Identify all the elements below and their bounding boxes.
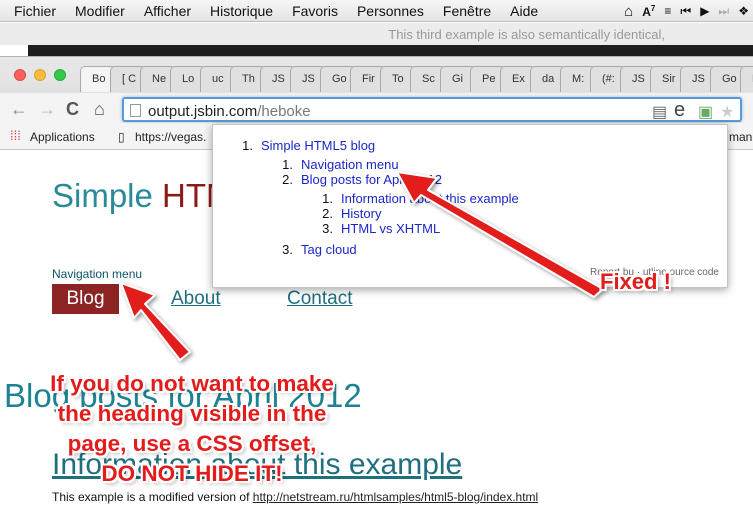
outline-item[interactable]: 3. HTML vs XHTML xyxy=(317,221,440,236)
previous-track-icon[interactable]: ⏮ xyxy=(680,4,691,19)
window-controls xyxy=(14,69,66,81)
outline-item[interactable]: 2. History xyxy=(317,206,381,221)
menu-modifier[interactable]: Modifier xyxy=(75,3,125,19)
play-icon[interactable]: ▶ xyxy=(700,4,709,18)
browser-toolbar: ← → C ⌂ output.jsbin.com/heboke ▤ e ▣ ★ xyxy=(0,93,753,123)
menu-afficher[interactable]: Afficher xyxy=(144,3,191,19)
outline-number: 2. xyxy=(282,172,293,187)
url-path: /heboke xyxy=(257,103,311,120)
background-window-text: This third example is also semantically … xyxy=(388,27,665,42)
tab-strip: Bo[ C Ne Lo uc Th JS JS Go Fir To Sc Gi Pe Ex da M: (#: J… xyxy=(80,66,753,96)
nav-contact-link[interactable]: Contact xyxy=(287,288,352,310)
list-icon[interactable]: ≡ xyxy=(664,4,671,18)
menu-fichier[interactable]: Fichier xyxy=(14,3,56,19)
outline-item[interactable]: 1. Information about this example xyxy=(317,191,519,206)
outline-link[interactable]: Tag cloud xyxy=(301,242,357,257)
outline-extension-icon[interactable]: ▤ xyxy=(652,102,667,122)
menu-fenetre[interactable]: Fenêtre xyxy=(443,3,491,19)
bookmark-applications[interactable]: Applications xyxy=(30,130,95,144)
outline-number: 3. xyxy=(282,242,293,257)
site-title: Simple HTM xyxy=(52,177,234,215)
annotation-line: page, use a CSS offset, xyxy=(67,431,317,456)
outline-number: 1. xyxy=(282,157,293,172)
nav-heading: Navigation menu xyxy=(52,267,143,281)
forward-arrow-icon[interactable]: → xyxy=(38,99,56,120)
zoom-window-button[interactable] xyxy=(54,69,66,81)
annotation-line: If you do not want to make xyxy=(50,371,334,396)
annotation-fixed: Fixed ! xyxy=(600,269,671,294)
status-tray: ⌂ A7 ≡ ⏮ ▶ ⏭ ❖ xyxy=(624,0,753,22)
adobe-icon[interactable]: A7 xyxy=(642,4,655,19)
outline-link[interactable]: History xyxy=(341,206,381,221)
minimize-window-button[interactable] xyxy=(34,69,46,81)
outline-item[interactable]: 3. Tag cloud xyxy=(277,242,357,257)
headings-map-icon[interactable]: ▣ xyxy=(698,102,713,122)
bookmark-star-icon[interactable]: ★ xyxy=(720,102,734,122)
url-host: output.jsbin.com xyxy=(148,103,258,120)
menu-aide[interactable]: Aide xyxy=(510,3,538,19)
close-window-button[interactable] xyxy=(14,69,26,81)
menu-personnes[interactable]: Personnes xyxy=(357,3,424,19)
document-outline-popup: 1. Simple HTML5 blog 1. Navigation menu 2.… xyxy=(212,124,728,288)
menu-historique[interactable]: Historique xyxy=(210,3,273,19)
outline-link[interactable]: Blog posts for April 2012 xyxy=(301,172,442,187)
outline-item[interactable]: 1. Simple HTML5 blog xyxy=(237,138,375,153)
nav-about-link[interactable]: About xyxy=(171,288,221,310)
outline-number: 1. xyxy=(322,191,333,206)
bookmark-page-icon: ▯ xyxy=(118,130,125,144)
tray-count: 7 xyxy=(650,3,656,13)
annotation-line: the heading visible in the xyxy=(57,401,327,426)
museum-icon[interactable]: ⌂ xyxy=(624,3,633,20)
page-icon xyxy=(130,104,141,117)
background-window-darkbar xyxy=(28,45,753,56)
apps-grid-icon[interactable]: ⁞⁞⁞ xyxy=(10,128,21,143)
url-text[interactable]: output.jsbin.com/heboke xyxy=(148,103,311,120)
outline-link[interactable]: HTML vs XHTML xyxy=(341,221,440,236)
annotation-main: If you do not want to make the heading v… xyxy=(22,369,362,489)
outline-link[interactable]: Navigation menu xyxy=(301,157,399,172)
back-arrow-icon[interactable]: ← xyxy=(10,99,28,120)
outline-link[interactable]: Information about this example xyxy=(341,191,519,206)
address-bar[interactable]: output.jsbin.com/heboke ▤ e ▣ ★ xyxy=(122,97,742,122)
bookmark-right-item[interactable]: man xyxy=(729,130,752,144)
info-source-link[interactable]: http://netstream.ru/htmlsamples/html5-bl… xyxy=(253,490,538,504)
annotation-line: DO NOT HIDE IT! xyxy=(101,461,283,486)
outline-number: 3. xyxy=(322,221,333,236)
home-icon[interactable]: ⌂ xyxy=(94,99,105,120)
outline-link[interactable]: Simple HTML5 blog xyxy=(261,138,375,153)
reload-icon[interactable]: C xyxy=(66,99,79,120)
background-window: This third example is also semantically … xyxy=(0,23,753,45)
site-title-part1: Simple xyxy=(52,177,163,214)
menu-favoris[interactable]: Favoris xyxy=(292,3,338,19)
outline-number: 1. xyxy=(242,138,253,153)
macos-menubar: Fichier Modifier Afficher Historique Fav… xyxy=(0,0,753,22)
next-track-icon[interactable]: ⏭ xyxy=(718,4,729,19)
browser-tab[interactable]: Bo xyxy=(740,66,753,92)
info-text-prefix: This example is a modified version of xyxy=(52,490,253,504)
nav-blog-button[interactable]: Blog xyxy=(52,284,119,314)
e-extension-icon[interactable]: e xyxy=(674,99,685,122)
dropbox-icon[interactable]: ❖ xyxy=(738,4,749,18)
outline-item[interactable]: 2. Blog posts for April 2012 xyxy=(277,172,442,187)
outline-item[interactable]: 1. Navigation menu xyxy=(277,157,399,172)
info-paragraph: This example is a modified version of ht… xyxy=(52,490,538,504)
bookmark-vegas[interactable]: https://vegas. xyxy=(135,130,206,144)
outline-number: 2. xyxy=(322,206,333,221)
